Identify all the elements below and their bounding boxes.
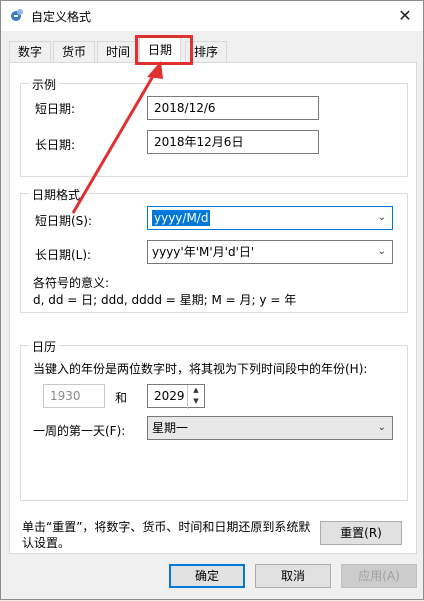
example-short-label: 短日期: xyxy=(35,102,76,116)
long-date-format-combo[interactable]: yyyy'年'M'月'd'日' ⌄ xyxy=(147,240,393,264)
chevron-down-icon[interactable]: ⌄ xyxy=(378,207,386,229)
two-digit-year-label: 当键入的年份是两位数字时，将其视为下列时间段中的年份(H): xyxy=(33,362,368,376)
custom-format-dialog: 自定义格式 ✕ 数字 货币 时间 日期 排序 示例 短日期: 2018/12/6… xyxy=(0,0,424,600)
apply-button: 应用(A) xyxy=(341,564,417,588)
first-day-value: 星期一 xyxy=(152,421,189,435)
example-long-label: 长日期: xyxy=(35,138,76,152)
chevron-down-icon[interactable]: ⌄ xyxy=(378,241,386,263)
close-button[interactable]: ✕ xyxy=(387,1,423,31)
calendar-group: 日历 当键入的年份是两位数字时，将其视为下列时间段中的年份(H): 1930 和… xyxy=(20,338,408,501)
symbol-meaning-title: 各符号的意义: xyxy=(33,276,110,290)
first-day-combo[interactable]: 星期一 ⌄ xyxy=(147,416,393,440)
year-to-stepper[interactable]: 2029 ▲ ▼ xyxy=(147,384,205,409)
example-group-title: 示例 xyxy=(29,76,60,93)
year-from-field: 1930 xyxy=(43,384,105,408)
first-day-label: 一周的第一天(F): xyxy=(33,424,126,438)
year-to-value: 2029 xyxy=(154,389,185,403)
tab-currency[interactable]: 货币 xyxy=(53,41,96,62)
stepper-arrows[interactable]: ▲ ▼ xyxy=(187,385,204,409)
short-date-format-combo[interactable]: yyyy/M/d ⌄ xyxy=(147,206,393,230)
chevron-down-icon[interactable]: ⌄ xyxy=(378,417,386,439)
long-date-format-label: 长日期(L): xyxy=(35,248,92,262)
short-date-format-value: yyyy/M/d xyxy=(152,210,211,226)
date-format-group: 日期格式 短日期(S): yyyy/M/d ⌄ 长日期(L): yyyy'年'M… xyxy=(20,186,408,313)
example-long-date-field: 2018年12月6日 xyxy=(147,130,319,154)
tab-number[interactable]: 数字 xyxy=(9,41,52,62)
date-tab-panel: 示例 短日期: 2018/12/6 长日期: 2018年12月6日 日期格式 短… xyxy=(9,62,417,554)
app-icon xyxy=(11,9,23,21)
date-format-group-title: 日期格式 xyxy=(29,186,84,203)
ok-button[interactable]: 确定 xyxy=(169,564,245,588)
example-short-date-field: 2018/12/6 xyxy=(147,96,319,120)
close-icon: ✕ xyxy=(398,6,412,25)
and-label: 和 xyxy=(115,391,128,405)
reset-description: 单击“重置”，将数字、货币、时间和日期还原到系统默认设置。 xyxy=(22,520,311,550)
title-bar: 自定义格式 ✕ xyxy=(1,1,423,31)
short-date-format-label: 短日期(S): xyxy=(35,214,93,228)
chevron-down-icon[interactable]: ▼ xyxy=(188,396,204,407)
calendar-group-title: 日历 xyxy=(29,338,60,355)
chevron-up-icon[interactable]: ▲ xyxy=(188,385,204,396)
tab-strip: 数字 货币 时间 日期 排序 xyxy=(9,37,417,64)
reset-button[interactable]: 重置(R) xyxy=(320,521,402,545)
long-date-format-value: yyyy'年'M'月'd'日' xyxy=(152,245,255,259)
example-group: 示例 短日期: 2018/12/6 长日期: 2018年12月6日 xyxy=(20,76,408,177)
cancel-button[interactable]: 取消 xyxy=(255,564,331,588)
tab-time[interactable]: 时间 xyxy=(97,41,140,62)
annotation-highlight-box xyxy=(135,35,193,65)
symbol-meaning-text: d, dd = 日; ddd, dddd = 星期; M = 月; y = 年 xyxy=(33,293,297,307)
window-title: 自定义格式 xyxy=(31,10,92,24)
